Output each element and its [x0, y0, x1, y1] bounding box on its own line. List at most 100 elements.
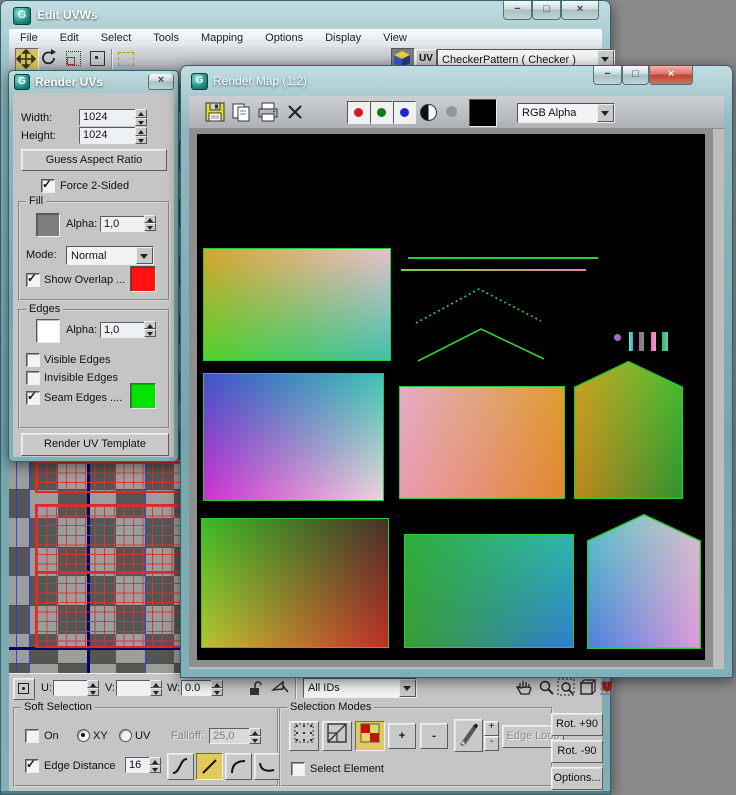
copy-icon[interactable]	[231, 102, 251, 122]
force-two-sided-checkbox[interactable]	[41, 179, 55, 193]
minimize-button[interactable]: −	[503, 1, 532, 20]
fill-mode-select[interactable]: Normal	[66, 246, 154, 265]
select-element-checkbox[interactable]	[291, 762, 305, 776]
render-uvs-titlebar[interactable]: G Render UVs ×	[9, 71, 178, 93]
menu-item-select[interactable]: Select	[90, 32, 143, 44]
alpha-channel-button[interactable]	[446, 106, 457, 117]
absolute-mode-button[interactable]	[13, 678, 35, 700]
delete-icon[interactable]	[286, 103, 304, 121]
soft-selection-title: Soft Selection	[21, 701, 95, 713]
brush-size-down-button[interactable]: -	[484, 736, 499, 751]
height-spinner[interactable]	[135, 127, 147, 144]
blue-channel-icon	[400, 108, 409, 117]
fill-color-swatch[interactable]	[36, 213, 60, 237]
v-input[interactable]	[116, 680, 154, 696]
edge-color-swatch[interactable]	[36, 319, 60, 343]
pointer-arrow-icon[interactable]	[271, 680, 289, 696]
seam-color-swatch[interactable]	[130, 383, 156, 409]
fill-alpha-input[interactable]: 1,0	[100, 216, 146, 232]
soft-selection-on-checkbox[interactable]	[25, 729, 39, 743]
print-icon[interactable]	[257, 102, 279, 122]
rotate-icon	[39, 48, 59, 68]
zoom-extents-icon[interactable]	[578, 678, 597, 697]
save-icon[interactable]	[205, 102, 225, 122]
id-filter-select[interactable]: All IDs	[303, 678, 417, 698]
render-map-minimize-button[interactable]: −	[593, 66, 622, 85]
grow-selection-button[interactable]: +	[388, 723, 416, 749]
pan-icon[interactable]	[515, 678, 534, 697]
edge-distance-spinner[interactable]	[149, 757, 161, 773]
monochrome-button[interactable]	[420, 104, 437, 121]
channel-dropdown-icon[interactable]	[597, 104, 614, 122]
snap-toggle-icon[interactable]	[598, 678, 617, 697]
paint-select-button[interactable]	[454, 719, 483, 752]
menu-item-tools[interactable]: Tools	[142, 32, 190, 44]
brush-size-up-button[interactable]: +	[484, 721, 499, 736]
height-input[interactable]: 1024	[79, 127, 137, 144]
blue-channel-button[interactable]	[393, 101, 416, 124]
falloff-fast-button[interactable]	[254, 753, 281, 780]
menu-item-mapping[interactable]: Mapping	[190, 32, 254, 44]
options-button[interactable]: Options...	[551, 767, 603, 790]
menu-item-view[interactable]: View	[372, 32, 418, 44]
red-channel-button[interactable]	[347, 101, 370, 124]
width-spinner[interactable]	[135, 109, 147, 126]
rotate-tool-button[interactable]	[39, 48, 61, 70]
v-spinner[interactable]	[150, 680, 162, 696]
zoom-region-icon[interactable]	[557, 678, 576, 697]
shrink-selection-button[interactable]: -	[420, 723, 448, 749]
uv-radio[interactable]	[119, 729, 132, 742]
u-input[interactable]	[53, 680, 91, 696]
edges-alpha-spinner[interactable]	[144, 321, 156, 337]
rotate-plus90-button[interactable]: Rot. +90	[551, 713, 603, 736]
lock-selection-icon[interactable]	[247, 679, 263, 697]
mirror-tool-button[interactable]	[115, 48, 137, 70]
edit-uvws-titlebar[interactable]: G Edit UVWs − □ ×	[1, 1, 610, 29]
u-spinner[interactable]	[87, 680, 99, 696]
menu-item-options[interactable]: Options	[254, 32, 314, 44]
render-uvs-close-button[interactable]: ×	[148, 74, 174, 90]
visible-edges-checkbox[interactable]	[26, 353, 40, 367]
overlap-color-swatch[interactable]	[130, 266, 156, 292]
render-shape-bar	[651, 332, 656, 351]
invisible-edges-checkbox[interactable]	[26, 371, 40, 385]
edge-distance-checkbox[interactable]	[25, 759, 39, 773]
xy-radio[interactable]	[77, 729, 90, 742]
rotate-minus90-button[interactable]: Rot. -90	[551, 740, 603, 763]
menu-item-display[interactable]: Display	[314, 32, 372, 44]
fill-mode-dropdown-icon[interactable]	[136, 247, 153, 264]
render-map-titlebar[interactable]: G Render Map (1:2) − □ ×	[181, 66, 732, 96]
channel-select[interactable]: RGB Alpha	[517, 103, 615, 123]
move-icon	[16, 49, 36, 69]
freeform-tool-button[interactable]	[87, 48, 109, 70]
show-overlap-checkbox[interactable]	[26, 273, 40, 287]
edge-mode-button[interactable]	[322, 721, 352, 751]
edges-alpha-input[interactable]: 1,0	[100, 322, 146, 338]
falloff-spinner[interactable]	[249, 728, 261, 744]
w-spinner[interactable]	[211, 680, 223, 696]
guess-aspect-button[interactable]: Guess Aspect Ratio	[21, 149, 167, 171]
scale-tool-button[interactable]	[63, 48, 85, 70]
falloff-linear-button[interactable]	[196, 753, 223, 780]
vertex-mode-button[interactable]	[289, 721, 319, 751]
close-button[interactable]: ×	[561, 1, 599, 20]
falloff-smooth-button[interactable]	[167, 753, 194, 780]
menu-item-edit[interactable]: Edit	[49, 32, 90, 44]
falloff-slow-button[interactable]	[225, 753, 252, 780]
id-filter-dropdown-icon[interactable]	[399, 679, 416, 697]
falloff-input[interactable]: 25,0	[209, 728, 253, 744]
maximize-button[interactable]: □	[532, 1, 561, 20]
move-tool-button[interactable]	[15, 48, 39, 72]
face-mode-button[interactable]	[355, 721, 385, 751]
w-input[interactable]: 0.0	[181, 680, 215, 696]
render-uv-template-button[interactable]: Render UV Template	[21, 433, 169, 456]
display-background-swatch[interactable]	[469, 99, 497, 127]
menu-item-file[interactable]: File	[9, 32, 49, 44]
seam-edges-checkbox[interactable]	[26, 391, 40, 405]
width-input[interactable]: 1024	[79, 109, 137, 126]
render-map-close-button[interactable]: ×	[649, 66, 693, 85]
render-map-maximize-button[interactable]: □	[622, 66, 649, 85]
fill-alpha-spinner[interactable]	[144, 215, 156, 231]
zoom-icon[interactable]	[538, 679, 555, 696]
green-channel-button[interactable]	[370, 101, 393, 124]
